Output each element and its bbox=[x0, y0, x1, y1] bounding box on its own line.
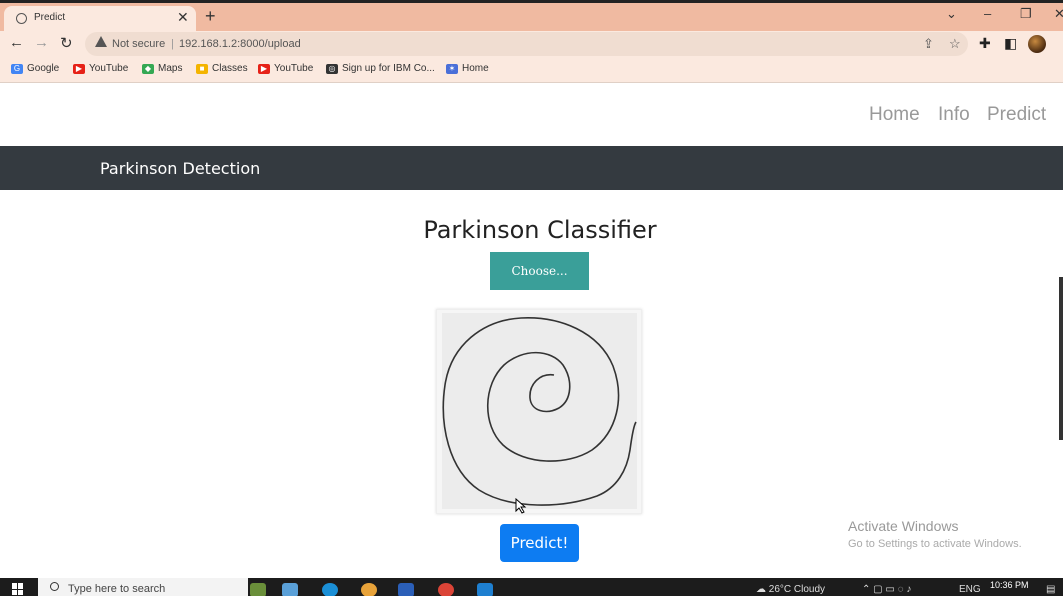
bookmark-ibm[interactable]: ◎ Sign up for IBM Co... bbox=[326, 63, 435, 74]
top-navigation: Home Info Predict bbox=[0, 84, 1063, 146]
new-tab-button[interactable]: + bbox=[205, 6, 216, 27]
extensions-icon[interactable]: ✚ bbox=[979, 35, 991, 52]
browser-toolbar: ← → ↻ Not secure | 192.168.1.2:8000/uplo… bbox=[0, 31, 1063, 58]
tray-icons[interactable]: ⌃ ▢ ▭ ◌ ♪ bbox=[862, 584, 911, 595]
url-text[interactable]: 192.168.1.2:8000/upload bbox=[179, 38, 301, 50]
ibm-icon: ◎ bbox=[326, 63, 338, 74]
close-window-icon[interactable]: ✕ bbox=[1054, 6, 1063, 22]
bookmark-youtube[interactable]: ▶ YouTube bbox=[73, 63, 128, 74]
nav-home-link[interactable]: Home bbox=[869, 104, 920, 126]
restore-icon[interactable]: ❐ bbox=[1020, 6, 1032, 22]
tab-title: Predict bbox=[34, 12, 66, 23]
bookmark-label: YouTube bbox=[89, 63, 129, 74]
uploaded-image-preview bbox=[436, 309, 642, 514]
windows-start-icon[interactable] bbox=[12, 583, 24, 595]
forward-arrow-icon[interactable]: → bbox=[34, 34, 49, 51]
edge-icon[interactable] bbox=[322, 583, 338, 596]
browser-tab[interactable]: Predict ✕ bbox=[4, 6, 196, 34]
home-icon: ✶ bbox=[446, 63, 458, 74]
search-placeholder: Type here to search bbox=[68, 583, 166, 595]
page-title: Parkinson Classifier bbox=[423, 216, 657, 244]
security-label[interactable]: Not secure bbox=[112, 38, 165, 50]
spiral-drawing bbox=[442, 313, 637, 509]
nav-info-link[interactable]: Info bbox=[938, 104, 970, 126]
bookmark-label: Google bbox=[27, 63, 60, 74]
side-panel-icon[interactable]: ◧ bbox=[1004, 35, 1017, 52]
taskbar-search-box[interactable]: Type here to search bbox=[38, 578, 248, 596]
tab-close-button[interactable]: ✕ bbox=[177, 9, 189, 26]
reload-icon[interactable]: ↻ bbox=[60, 34, 73, 52]
google-icon: G bbox=[11, 63, 23, 74]
weather-text: 26°C Cloudy bbox=[768, 584, 826, 595]
activate-windows-title: Activate Windows bbox=[848, 518, 959, 534]
address-bar[interactable]: Not secure | 192.168.1.2:8000/upload ⇪ ☆ bbox=[85, 32, 968, 56]
bookmark-google[interactable]: G Google bbox=[11, 63, 59, 74]
bookmark-classes[interactable]: ■ Classes bbox=[196, 63, 248, 74]
address-separator: | bbox=[171, 38, 174, 50]
youtube-icon: ▶ bbox=[73, 63, 85, 74]
chrome-canary-icon[interactable] bbox=[361, 583, 377, 596]
brand-bar: Parkinson Detection bbox=[0, 146, 1063, 190]
bookmark-label: Sign up for IBM Co... bbox=[342, 63, 435, 74]
cursor-icon bbox=[515, 498, 527, 514]
notifications-icon[interactable]: ▤ bbox=[1046, 584, 1055, 595]
menu-icon[interactable]: ⋮ bbox=[1057, 35, 1063, 52]
search-icon bbox=[50, 582, 59, 591]
youtube-icon: ▶ bbox=[258, 63, 270, 74]
star-icon[interactable]: ☆ bbox=[949, 36, 961, 52]
brand-title[interactable]: Parkinson Detection bbox=[100, 159, 260, 178]
bookmark-maps[interactable]: ◆ Maps bbox=[142, 63, 182, 74]
cloud-icon: ☁ bbox=[756, 584, 766, 595]
weather-widget[interactable]: ☁ 26°C Cloudy bbox=[756, 584, 825, 595]
globe-icon bbox=[16, 13, 27, 24]
taskbar-clock[interactable]: 10:36 PM bbox=[990, 580, 1029, 590]
bookmark-label: YouTube bbox=[274, 63, 314, 74]
language-indicator[interactable]: ENG bbox=[959, 584, 981, 595]
activate-windows-subtitle: Go to Settings to activate Windows. bbox=[848, 538, 1022, 550]
maps-icon: ◆ bbox=[142, 63, 154, 74]
bookmark-label: Maps bbox=[158, 63, 183, 74]
classes-icon: ■ bbox=[196, 63, 208, 74]
file-explorer-icon[interactable] bbox=[282, 583, 298, 596]
tab-search-chevron-icon[interactable]: ⌄ bbox=[946, 6, 957, 22]
bookmark-label: Home bbox=[462, 63, 489, 74]
side-panel-edge bbox=[1059, 277, 1063, 440]
bookmark-home[interactable]: ✶ Home bbox=[446, 63, 489, 74]
minimize-icon[interactable]: – bbox=[984, 6, 991, 21]
predict-button[interactable]: Predict! bbox=[500, 524, 579, 562]
widgets-icon[interactable] bbox=[250, 583, 266, 596]
bookmark-youtube-2[interactable]: ▶ YouTube bbox=[258, 63, 313, 74]
vscode-icon[interactable] bbox=[477, 583, 493, 596]
warning-icon bbox=[95, 36, 107, 47]
word-icon[interactable] bbox=[398, 583, 414, 596]
share-icon[interactable]: ⇪ bbox=[923, 36, 934, 52]
choose-file-button[interactable]: Choose... bbox=[490, 252, 589, 290]
profile-avatar[interactable] bbox=[1028, 35, 1046, 53]
back-arrow-icon[interactable]: ← bbox=[9, 34, 24, 51]
windows-taskbar: Type here to search ☁ 26°C Cloudy ⌃ ▢ ▭ … bbox=[0, 578, 1063, 596]
bookmarks-bar: G Google ▶ YouTube ◆ Maps ■ Classes ▶ Yo… bbox=[0, 58, 1063, 83]
nav-predict-link[interactable]: Predict bbox=[987, 104, 1046, 126]
chrome-icon[interactable] bbox=[438, 583, 454, 596]
browser-tab-strip: Predict ✕ + ⌄ – ❐ ✕ bbox=[0, 0, 1063, 34]
bookmark-label: Classes bbox=[212, 63, 248, 74]
